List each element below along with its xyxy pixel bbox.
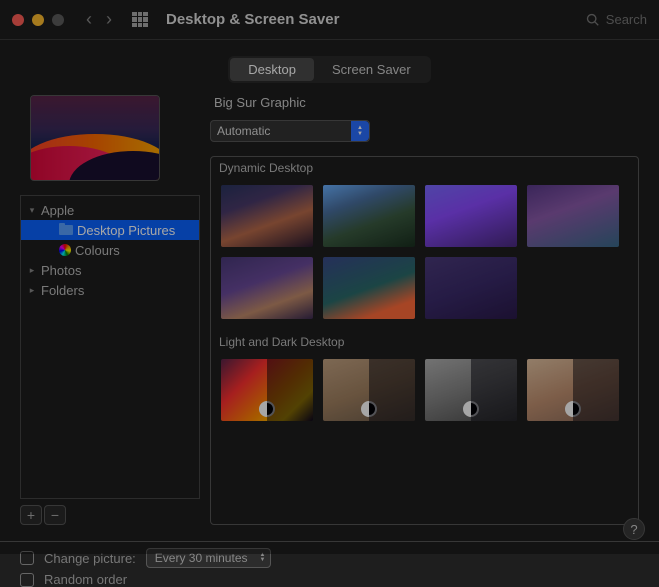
help-button[interactable]: ?	[623, 518, 645, 540]
remove-folder-button: −	[44, 505, 66, 525]
change-picture-checkbox[interactable]	[20, 551, 34, 565]
wallpaper-thumb[interactable]	[527, 185, 619, 247]
change-interval-popup[interactable]: Every 30 minutes ▲▼	[146, 548, 271, 568]
search-placeholder: Search	[606, 12, 647, 27]
bottom-options: Change picture: Every 30 minutes ▲▼	[0, 548, 659, 568]
tree-footer-buttons: + −	[20, 505, 200, 525]
light-dark-icon	[463, 401, 479, 417]
wallpaper-thumb[interactable]	[527, 359, 619, 421]
light-dark-icon	[565, 401, 581, 417]
toolbar: ‹ › Desktop & Screen Saver Search	[0, 0, 659, 40]
traffic-lights	[12, 14, 64, 26]
wallpaper-preview	[30, 95, 160, 181]
folder-icon	[59, 225, 73, 235]
window-title: Desktop & Screen Saver	[166, 11, 339, 28]
search-field[interactable]: Search	[586, 12, 647, 27]
segmented-control: Desktop Screen Saver	[228, 56, 430, 83]
chevron-right-icon[interactable]: ▸	[27, 265, 37, 276]
add-folder-button[interactable]: +	[20, 505, 42, 525]
search-icon	[586, 13, 600, 27]
close-window-button[interactable]	[12, 14, 24, 26]
tab-bar: Desktop Screen Saver	[0, 40, 659, 95]
right-column: Big Sur Graphic Automatic ▲▼ Dynamic Des…	[210, 95, 639, 525]
light-dark-icon	[361, 401, 377, 417]
chevron-right-icon[interactable]: ▸	[27, 285, 37, 296]
wallpaper-thumb[interactable]	[425, 257, 517, 319]
stepper-chevrons-icon: ▲▼	[260, 553, 266, 563]
wallpaper-thumb[interactable]	[323, 359, 415, 421]
forward-button: ›	[106, 9, 112, 30]
random-order-checkbox[interactable]	[20, 573, 34, 587]
dropdown-value: Automatic	[217, 124, 270, 138]
minimize-window-button[interactable]	[32, 14, 44, 26]
source-tree: ▾Apple Desktop Pictures Colours ▸Photos …	[20, 195, 200, 499]
wallpaper-thumb[interactable]	[425, 359, 517, 421]
back-button[interactable]: ‹	[86, 9, 92, 30]
tree-item-desktop-pictures[interactable]: Desktop Pictures	[21, 220, 199, 240]
color-wheel-icon	[59, 244, 71, 256]
zoom-window-button	[52, 14, 64, 26]
wallpaper-thumb[interactable]	[221, 257, 313, 319]
wallpaper-gallery: Dynamic Desktop Light and Dark Desktop	[210, 156, 639, 525]
left-column: ▾Apple Desktop Pictures Colours ▸Photos …	[20, 95, 200, 525]
section-dynamic-desktop: Dynamic Desktop	[211, 157, 638, 179]
wallpaper-thumb[interactable]	[221, 359, 313, 421]
tree-item-photos[interactable]: ▸Photos	[21, 260, 199, 280]
lightdark-thumbs	[211, 353, 638, 433]
tab-desktop[interactable]: Desktop	[230, 58, 314, 81]
tree-item-apple[interactable]: ▾Apple	[21, 200, 199, 220]
light-dark-icon	[259, 401, 275, 417]
wallpaper-thumb[interactable]	[221, 185, 313, 247]
content-area: ▾Apple Desktop Pictures Colours ▸Photos …	[0, 95, 659, 525]
bottom-options-2: Random order	[0, 572, 659, 587]
wallpaper-name: Big Sur Graphic	[210, 95, 639, 110]
appearance-mode-dropdown[interactable]: Automatic ▲▼	[210, 120, 370, 142]
chevron-down-icon[interactable]: ▾	[27, 205, 37, 216]
wallpaper-thumb[interactable]	[425, 185, 517, 247]
dynamic-thumbs	[211, 179, 638, 331]
show-all-icon[interactable]	[132, 12, 148, 28]
wallpaper-thumb[interactable]	[323, 185, 415, 247]
wallpaper-thumb[interactable]	[323, 257, 415, 319]
tab-screen-saver[interactable]: Screen Saver	[314, 58, 429, 81]
stepper-chevrons-icon: ▲▼	[351, 121, 369, 141]
section-light-dark: Light and Dark Desktop	[211, 331, 638, 353]
random-order-label: Random order	[44, 572, 127, 587]
change-picture-label: Change picture:	[44, 551, 136, 566]
separator	[0, 541, 659, 542]
tree-item-folders[interactable]: ▸Folders	[21, 280, 199, 300]
tree-item-colours[interactable]: Colours	[21, 240, 199, 260]
nav-arrows: ‹ ›	[86, 9, 112, 30]
